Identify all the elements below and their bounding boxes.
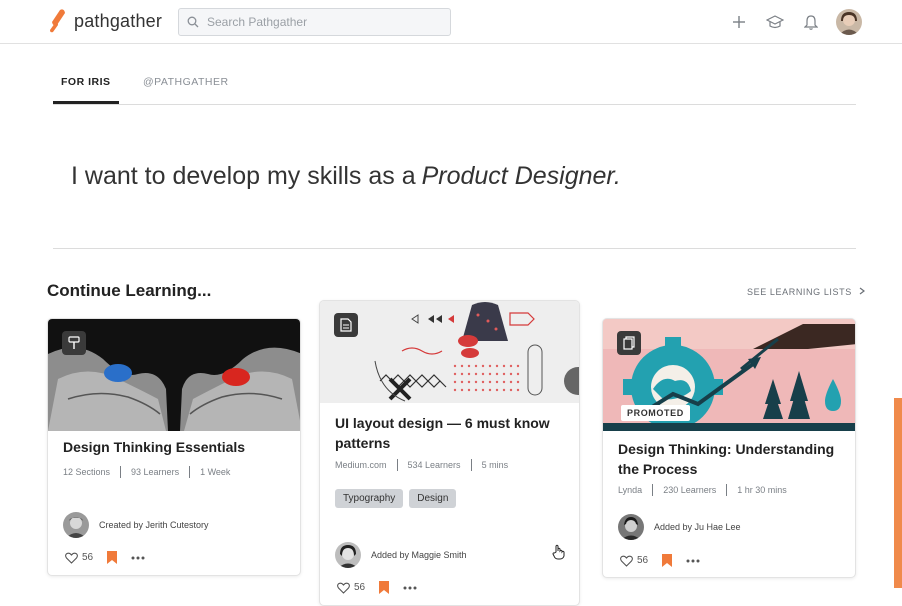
copy-icon (617, 331, 641, 355)
see-learning-lists-label: SEE LEARNING LISTS (747, 287, 852, 297)
bookmark-icon (107, 551, 118, 564)
like-button[interactable]: 56 (337, 582, 365, 594)
top-navigation-bar: pathgather (0, 0, 902, 44)
bookmark-button[interactable] (379, 581, 390, 594)
card-creator: Added by Maggie Smith (335, 542, 467, 568)
card-meta: Lynda 230 Learners 1 hr 30 mins (618, 484, 787, 496)
card-actions: 56 (65, 551, 145, 564)
bookmark-button[interactable] (662, 554, 673, 567)
bookmark-button[interactable] (107, 551, 118, 564)
chevron-right-icon (859, 287, 865, 297)
promoted-badge: PROMOTED (621, 405, 690, 421)
paint-roller-icon (62, 331, 86, 355)
search-icon (179, 16, 207, 28)
course-card-3[interactable]: PROMOTED Design Thinking: Understanding … (602, 318, 856, 578)
card-meta-duration: 1 Week (200, 467, 231, 477)
card-title[interactable]: Design Thinking Essentials (63, 437, 245, 457)
avatar[interactable] (335, 542, 361, 568)
card-meta-learners: 230 Learners (663, 485, 717, 495)
card-meta-learners: 93 Learners (131, 467, 180, 477)
course-card-1[interactable]: Design Thinking Essentials 12 Sections 9… (47, 318, 301, 576)
card-title-line-1[interactable]: Design Thinking: Understanding (618, 439, 834, 459)
goal-statement-prefix: I want to develop my skills as a (71, 162, 416, 190)
card-meta-duration: 1 hr 30 mins (737, 485, 787, 495)
like-button[interactable]: 56 (65, 552, 93, 564)
article-icon (334, 313, 358, 337)
tab-bar: FOR IRIS @PATHGATHER (53, 62, 856, 105)
card-image-illustration: PROMOTED (603, 319, 855, 431)
heart-icon (65, 552, 78, 564)
tag-typography[interactable]: Typography (335, 489, 404, 508)
tab-pathgather[interactable]: @PATHGATHER (143, 76, 229, 104)
more-options-icon[interactable] (403, 586, 417, 590)
section-divider (53, 248, 856, 249)
card-title-line-2[interactable]: the Process (618, 459, 697, 479)
search-box[interactable] (178, 8, 451, 36)
see-learning-lists-link[interactable]: SEE LEARNING LISTS (747, 287, 865, 297)
user-avatar[interactable] (836, 9, 862, 35)
card-meta-source: Medium.com (335, 460, 387, 470)
avatar[interactable] (63, 512, 89, 538)
like-count: 56 (82, 552, 94, 563)
card-meta-source: Lynda (618, 485, 643, 495)
card-meta-learners: 534 Learners (407, 460, 461, 470)
tab-for-iris[interactable]: FOR IRIS (53, 76, 119, 104)
hand-cursor-icon (552, 544, 566, 565)
card-byline: Added by Maggie Smith (371, 550, 467, 560)
card-actions: 56 (337, 581, 417, 594)
header-actions (728, 8, 862, 36)
bookmark-icon (379, 581, 390, 594)
card-title-line-1[interactable]: UI layout design — 6 must know (335, 413, 550, 433)
card-image-pattern (320, 301, 579, 403)
card-meta: 12 Sections 93 Learners 1 Week (63, 466, 230, 478)
logo-text: pathgather (74, 10, 163, 31)
like-count: 56 (637, 555, 649, 566)
like-button[interactable]: 56 (620, 555, 648, 567)
more-options-icon[interactable] (686, 559, 700, 563)
card-title-line-2[interactable]: patterns (335, 433, 390, 453)
card-tags: Typography Design (335, 488, 462, 508)
card-meta: Medium.com 534 Learners 5 mins (335, 459, 508, 471)
card-actions: 56 (620, 554, 700, 567)
card-meta-duration: 5 mins (481, 460, 509, 470)
avatar[interactable] (618, 514, 644, 540)
bell-icon[interactable] (800, 8, 822, 36)
card-meta-sections: 12 Sections (63, 467, 111, 477)
goal-role[interactable]: Product Designer. (422, 162, 621, 190)
graduation-cap-icon[interactable] (764, 8, 786, 36)
goal-statement: I want to develop my skills as a Product … (71, 162, 621, 191)
pathgather-logo-icon (48, 8, 68, 34)
card-image-pills (48, 319, 300, 431)
heart-icon (337, 582, 350, 594)
card-byline: Created by Jerith Cutestory (99, 520, 209, 530)
plus-icon[interactable] (728, 8, 750, 36)
course-card-2[interactable]: UI layout design — 6 must know patterns … (319, 300, 580, 606)
card-creator: Created by Jerith Cutestory (63, 512, 209, 538)
pathgather-logo[interactable]: pathgather (48, 8, 162, 34)
more-options-icon[interactable] (131, 556, 145, 560)
heart-icon (620, 555, 633, 567)
tag-design[interactable]: Design (409, 489, 457, 508)
card-creator: Added by Ju Hae Lee (618, 514, 741, 540)
card-byline: Added by Ju Hae Lee (654, 522, 741, 532)
like-count: 56 (354, 582, 366, 593)
search-input[interactable] (207, 15, 437, 29)
bookmark-icon (662, 554, 673, 567)
side-accent-strip (894, 398, 902, 588)
continue-learning-title: Continue Learning... (47, 281, 212, 300)
